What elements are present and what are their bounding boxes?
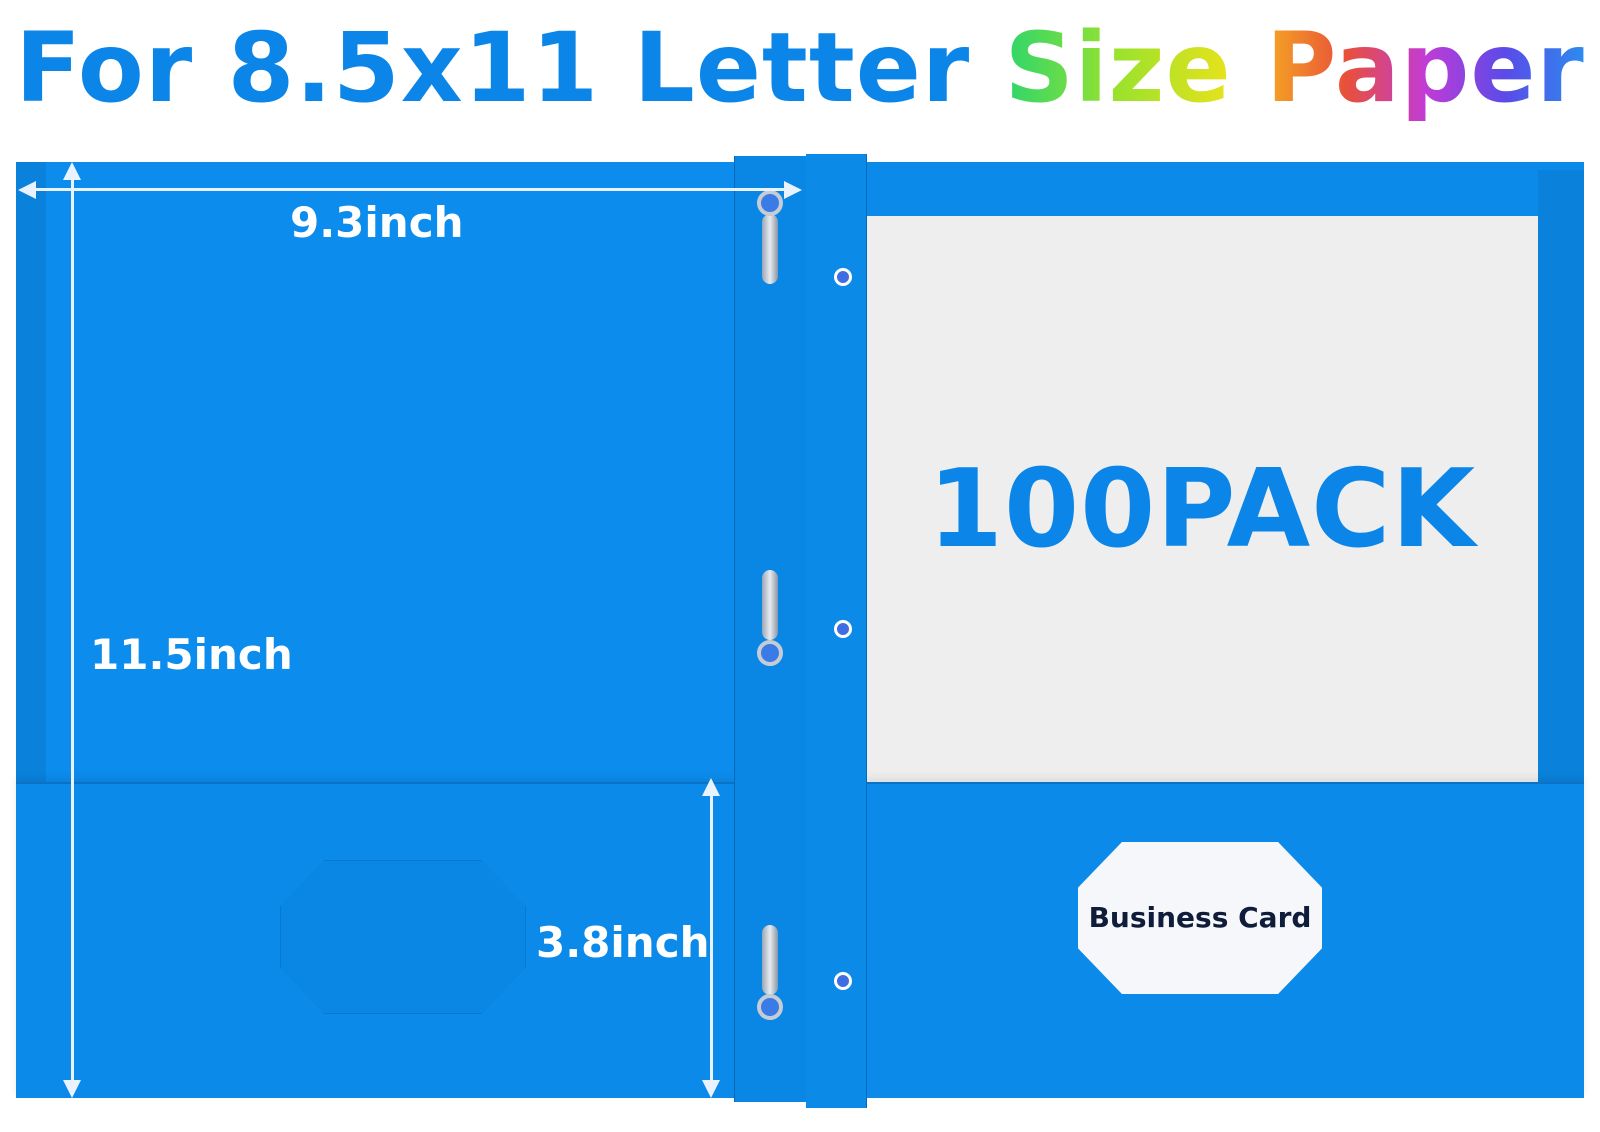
height-arrow-bottom-icon bbox=[63, 1080, 81, 1098]
width-arrow-right-icon bbox=[784, 181, 802, 199]
pocket-height-label: 3.8inch bbox=[536, 918, 710, 967]
fastener-head-middle-icon bbox=[757, 640, 783, 666]
business-card-label: Business Card bbox=[1088, 901, 1312, 934]
height-dimension-line bbox=[71, 176, 74, 1088]
height-label: 11.5inch bbox=[90, 630, 293, 679]
left-pocket-slot-outline bbox=[280, 860, 526, 1014]
fastener-prong-bottom bbox=[762, 925, 778, 995]
punch-hole-middle bbox=[834, 620, 852, 638]
height-arrow-top-icon bbox=[63, 162, 81, 180]
width-label: 9.3inch bbox=[290, 198, 464, 247]
pocket-arrow-top-icon bbox=[702, 778, 720, 796]
fastener-prong-middle bbox=[762, 570, 778, 640]
width-arrow-left-icon bbox=[18, 181, 36, 199]
punch-hole-bottom bbox=[834, 972, 852, 990]
pack-count-label: 100PACK bbox=[927, 447, 1477, 572]
width-dimension-line bbox=[30, 188, 784, 191]
fastener-head-top-icon bbox=[757, 190, 783, 216]
fastener-head-bottom-icon bbox=[757, 994, 783, 1020]
fastener-prong-top bbox=[762, 214, 778, 284]
pocket-dimension-line bbox=[710, 792, 713, 1088]
punch-hole-top bbox=[834, 268, 852, 286]
pocket-folder: 9.3inch 11.5inch 3.8inch 100PACK Busines… bbox=[0, 0, 1600, 1132]
pocket-arrow-bottom-icon bbox=[702, 1080, 720, 1098]
